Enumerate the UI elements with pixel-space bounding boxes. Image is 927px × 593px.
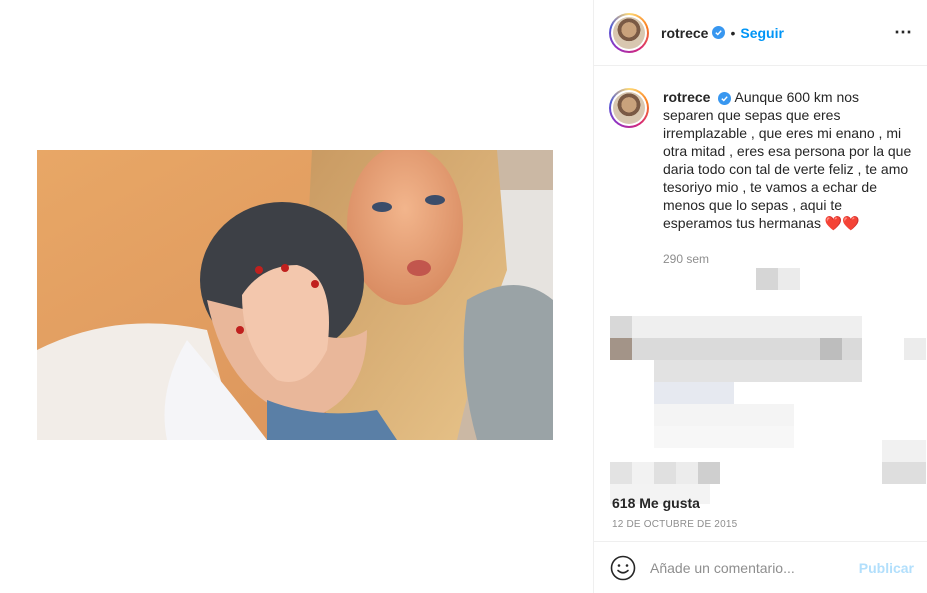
obscured-region (594, 260, 927, 510)
caption-verified-badge-icon (718, 91, 732, 105)
header-separator: • (730, 24, 736, 41)
caption-text-block: rotrece Aunque 600 km nos separen que se… (663, 88, 913, 268)
avatar-border (611, 14, 647, 51)
media-area (0, 0, 593, 593)
post-side-panel: rotrece • Seguir ⋯ rotrece Aunque 600 km… (593, 0, 927, 593)
likes-count[interactable]: 618 Me gusta (612, 495, 700, 511)
caption-username[interactable]: rotrece (663, 89, 710, 105)
post-date: 12 DE OCTUBRE DE 2015 (612, 519, 738, 530)
comment-bar: Publicar (594, 541, 927, 593)
post-photo[interactable] (37, 150, 553, 440)
avatar-image (613, 16, 645, 49)
caption-avatar[interactable] (609, 88, 649, 128)
follow-button[interactable]: Seguir (740, 25, 784, 41)
publish-button[interactable]: Publicar (859, 560, 914, 576)
caption-avatar-border (611, 90, 647, 126)
caption-heart-emoji: ❤️❤️ (824, 215, 860, 231)
emoji-icon[interactable] (610, 555, 636, 581)
avatar[interactable] (609, 12, 649, 53)
caption-body: Aunque 600 km nos separen que sepas que … (663, 89, 912, 231)
comment-input[interactable] (650, 559, 840, 576)
verified-badge-icon (712, 26, 726, 39)
caption: rotrece Aunque 600 km nos separen que se… (594, 66, 927, 268)
header-username[interactable]: rotrece (661, 25, 708, 41)
more-options-icon[interactable]: ⋯ (894, 22, 913, 43)
post-header: rotrece • Seguir ⋯ (594, 0, 927, 66)
caption-avatar-image (613, 92, 645, 124)
